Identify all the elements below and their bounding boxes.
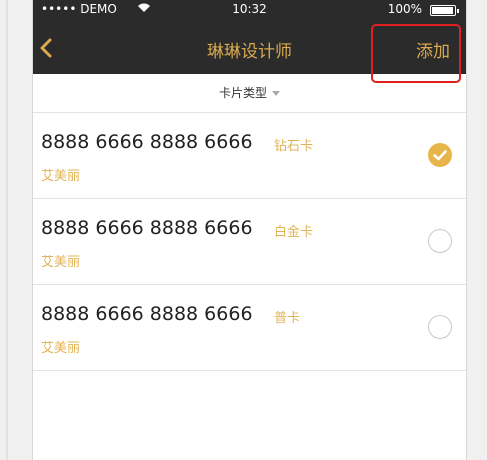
card-number: 8888 6666 8888 6666 (41, 217, 253, 239)
card-type-filter-label: 卡片类型 (218, 86, 267, 100)
card-owner: 艾美丽 (41, 341, 81, 356)
add-button-highlight (371, 24, 461, 83)
card-number: 8888 6666 8888 6666 (41, 131, 253, 153)
card-owner: 艾美丽 (41, 255, 81, 270)
card-type: 普卡 (274, 311, 301, 326)
card-item[interactable]: 8888 6666 8888 6666 钻石卡 艾美丽 (33, 113, 466, 199)
unchecked-circle-icon[interactable] (428, 315, 452, 339)
battery-icon (430, 5, 459, 16)
card-item[interactable]: 8888 6666 8888 6666 普卡 艾美丽 (33, 285, 466, 371)
right-background-panel (466, 0, 487, 460)
status-bar: ••••• DEMO 10:32 100% (33, 0, 466, 22)
battery-percent: 100% (387, 2, 422, 16)
card-item[interactable]: 8888 6666 8888 6666 白金卡 艾美丽 (33, 199, 466, 285)
caret-down-icon (272, 91, 280, 96)
card-type: 钻石卡 (274, 139, 314, 154)
card-type: 白金卡 (274, 225, 314, 240)
left-background-panel (0, 0, 33, 460)
card-number: 8888 6666 8888 6666 (41, 303, 253, 325)
card-owner: 艾美丽 (41, 169, 81, 184)
checked-icon[interactable] (428, 143, 452, 167)
unchecked-circle-icon[interactable] (428, 229, 452, 253)
